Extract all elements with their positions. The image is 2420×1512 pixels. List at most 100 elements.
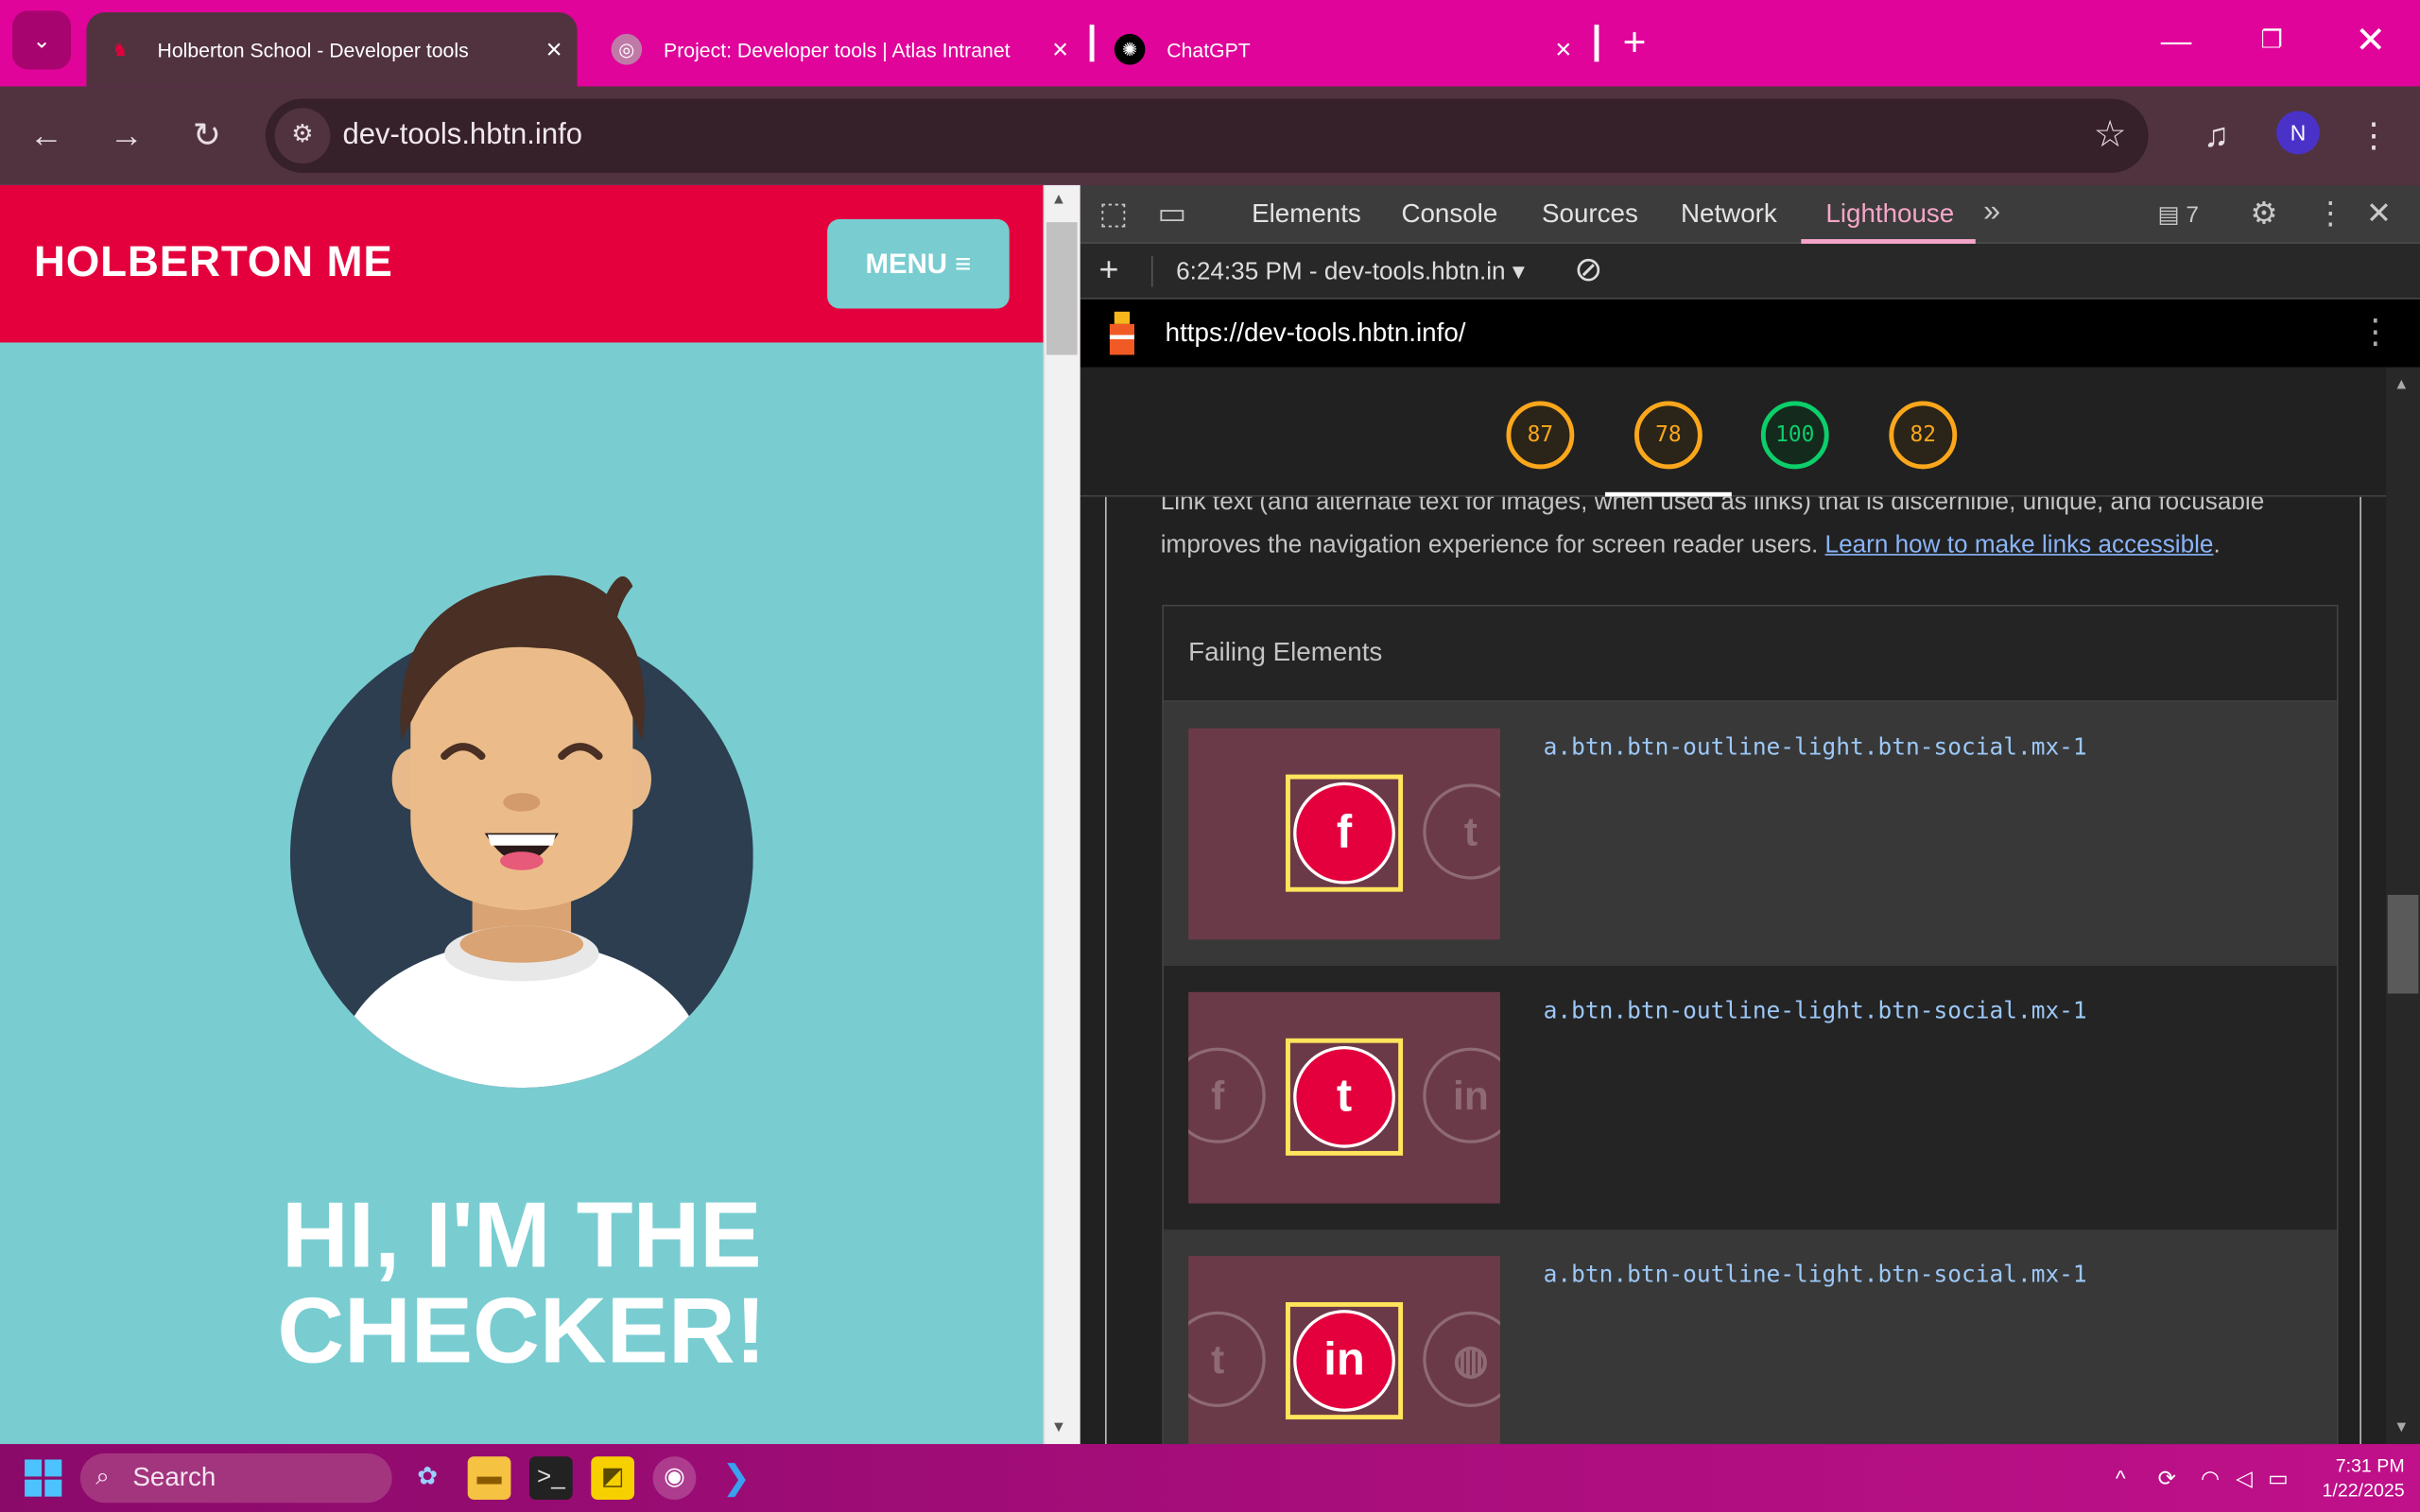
clear-reports-icon[interactable]: ⊘ — [1574, 249, 1602, 289]
element-screenshot: t ◍ in — [1188, 1255, 1500, 1445]
site-settings-icon[interactable]: ⚙ — [274, 108, 331, 164]
devtools-close-icon[interactable]: ✕ — [2366, 195, 2392, 233]
report-menu-icon[interactable]: ⋮ — [2359, 312, 2393, 352]
devtools-scrollbar-thumb[interactable] — [2387, 894, 2419, 994]
battery-icon[interactable]: ▭ — [2256, 1456, 2300, 1500]
copilot-icon[interactable]: ✿ — [406, 1456, 449, 1500]
issues-count: 7 — [2186, 201, 2200, 229]
score-gauge-seo[interactable]: 82 — [1889, 401, 1958, 470]
address-text[interactable]: dev-tools.hbtn.info — [342, 119, 581, 153]
taskbar-clock[interactable]: 7:31 PM 1/22/2025 — [2303, 1453, 2405, 1503]
bookmark-star-icon[interactable]: ☆ — [2094, 112, 2127, 157]
scroll-up-icon[interactable]: ▲ — [2394, 376, 2409, 393]
element-selector[interactable]: a.btn.btn-outline-light.btn-social.mx-1 — [1544, 997, 2087, 1024]
element-selector[interactable]: a.btn.btn-outline-light.btn-social.mx-1 — [1544, 1261, 2087, 1288]
score-gauge-accessibility[interactable]: 78 — [1634, 401, 1703, 470]
report-url-bar: https://dev-tools.hbtn.info/ ⋮ — [1080, 299, 2420, 368]
globe-icon: ◎ — [611, 33, 643, 65]
score-gauge-best-practices[interactable]: 100 — [1760, 401, 1829, 470]
element-selector[interactable]: a.btn.btn-outline-light.btn-social.mx-1 — [1544, 733, 2087, 761]
failing-elements-header: Failing Elements — [1164, 606, 2337, 702]
vscode-icon[interactable]: ❯ — [715, 1456, 758, 1500]
close-icon[interactable]: × — [1037, 33, 1083, 65]
report-url: https://dev-tools.hbtn.info/ — [1165, 318, 1466, 348]
media-controls-icon[interactable]: ♫ — [2188, 108, 2244, 163]
browser-toolbar: ← → ↻ ⚙ dev-tools.hbtn.info ☆ ♫ N ⋮ — [0, 86, 2420, 185]
inspect-element-icon[interactable]: ⬚ — [1098, 195, 1128, 233]
learn-more-link[interactable]: Learn how to make links accessible — [1825, 532, 2214, 558]
terminal-icon[interactable]: >_ — [529, 1456, 573, 1500]
element-screenshot: f in t — [1188, 991, 1500, 1204]
audit-details: Link text (and alternate text for images… — [1080, 496, 2387, 1445]
taskbar: ⌕ Search ✿ ▬ >_ ◩ ◉ ❯ ^ ⟳ ◠ ◁ ▭ 7:31 PM … — [0, 1444, 2420, 1512]
highlight-box: t — [1286, 1038, 1404, 1156]
table-row[interactable]: t f a.btn.btn-outline-light.btn-social.m… — [1164, 701, 2337, 967]
score-gauge-performance[interactable]: 87 — [1506, 401, 1575, 470]
tab-holberton[interactable]: ♞ Holberton School - Developer tools × — [86, 12, 578, 87]
report-selector[interactable]: 6:24:35 PM - dev-tools.hbtn.in ▾ — [1176, 256, 1525, 287]
site-header: HOLBERTON ME MENU ≡ — [0, 184, 1044, 343]
tab-sources[interactable]: Sources — [1542, 199, 1638, 231]
lighthouse-logo-icon — [1105, 311, 1139, 358]
file-explorer-icon[interactable]: ▬ — [467, 1456, 511, 1500]
reload-icon[interactable]: ↻ — [179, 108, 234, 163]
windows-start-icon[interactable] — [25, 1459, 62, 1497]
site-brand[interactable]: HOLBERTON ME — [34, 237, 393, 286]
tab-console[interactable]: Console — [1401, 199, 1497, 231]
device-toolbar-icon[interactable]: ▭ — [1157, 195, 1186, 233]
close-icon[interactable]: × — [531, 33, 578, 65]
chevron-down-icon: ⌄ — [32, 26, 51, 52]
profile-avatar[interactable]: N — [2276, 111, 2320, 155]
clock-date: 1/22/2025 — [2322, 1479, 2405, 1502]
highlight-box: in — [1286, 1301, 1404, 1420]
page-scrollbar[interactable] — [1043, 184, 1080, 1445]
settings-gear-icon[interactable]: ⚙ — [2250, 195, 2277, 233]
devtools-menu-icon[interactable]: ⋮ — [2315, 195, 2346, 233]
tab-title: Project: Developer tools | Atlas Intrane… — [664, 38, 1011, 61]
minimize-icon[interactable]: — — [2145, 19, 2206, 65]
devtools-panel: ⬚ ▭ Elements Console Sources Network Lig… — [1080, 184, 2420, 1445]
scroll-down-icon[interactable]: ▼ — [1051, 1419, 1066, 1436]
tab-lighthouse[interactable]: Lighthouse — [1825, 199, 1954, 231]
page-scrollbar-thumb[interactable] — [1046, 222, 1078, 355]
table-row[interactable]: f in t a.btn.btn-outline-light.btn-socia… — [1164, 966, 2337, 1230]
close-icon[interactable]: × — [1540, 33, 1586, 65]
tab-atlas[interactable]: ◎ Project: Developer tools | Atlas Intra… — [593, 12, 1083, 86]
hero-line-2: CHECKER! — [277, 1279, 767, 1383]
forward-icon[interactable]: → — [98, 108, 154, 163]
back-icon[interactable]: ← — [19, 108, 75, 163]
table-row[interactable]: t ◍ in a.btn.btn-outline-light.btn-socia… — [1164, 1229, 2337, 1445]
tab-network[interactable]: Network — [1681, 199, 1777, 231]
address-bar[interactable]: ⚙ dev-tools.hbtn.info ☆ — [265, 98, 2149, 173]
twitter-icon: t — [1188, 1311, 1266, 1407]
restore-icon[interactable]: ❐ — [2241, 19, 2303, 65]
kebab-menu-icon[interactable]: ⋮ — [2346, 108, 2402, 163]
scroll-down-icon[interactable]: ▼ — [2394, 1419, 2409, 1436]
element-screenshot: t f — [1188, 728, 1500, 940]
score-gauges: 87 78 100 82 — [1080, 367, 2387, 497]
devtools-tabbar: ⬚ ▭ Elements Console Sources Network Lig… — [1080, 184, 2420, 244]
search-label: Search — [132, 1462, 216, 1492]
more-tabs-icon[interactable]: » — [1983, 195, 2000, 231]
failing-elements-table: Failing Elements t f a.btn.btn-outline-l… — [1162, 605, 2339, 1445]
sync-icon[interactable]: ⟳ — [2145, 1456, 2188, 1500]
new-report-icon[interactable]: + — [1098, 249, 1118, 289]
facebook-icon: f — [1188, 1047, 1266, 1143]
chrome-icon[interactable]: ◉ — [652, 1456, 697, 1500]
sticky-notes-icon[interactable]: ◩ — [591, 1456, 635, 1500]
new-tab-button[interactable]: + — [1603, 19, 1665, 65]
scroll-up-icon[interactable]: ▲ — [1051, 191, 1066, 208]
tab-chatgpt[interactable]: ✺ ChatGPT × — [1096, 12, 1586, 86]
issues-icon[interactable]: ▤ 7 — [2157, 200, 2200, 229]
search-icon: ⌕ — [95, 1464, 110, 1491]
tab-strip: ⌄ ♞ Holberton School - Developer tools ×… — [0, 0, 2420, 87]
tab-search-button[interactable]: ⌄ — [12, 10, 72, 70]
web-page: HOLBERTON ME MENU ≡ HI, I'M THE CHECKER! — [0, 184, 1044, 1445]
hero-heading: HI, I'M THE CHECKER! — [0, 1187, 1044, 1383]
audit-description: Link text (and alternate text for images… — [1161, 497, 2334, 568]
menu-button[interactable]: MENU ≡ — [827, 218, 1010, 309]
tab-elements[interactable]: Elements — [1252, 199, 1361, 231]
window-close-icon[interactable]: ✕ — [2340, 19, 2401, 65]
show-hidden-icons-icon[interactable]: ^ — [2099, 1456, 2142, 1500]
taskbar-search[interactable]: ⌕ Search — [79, 1452, 392, 1503]
